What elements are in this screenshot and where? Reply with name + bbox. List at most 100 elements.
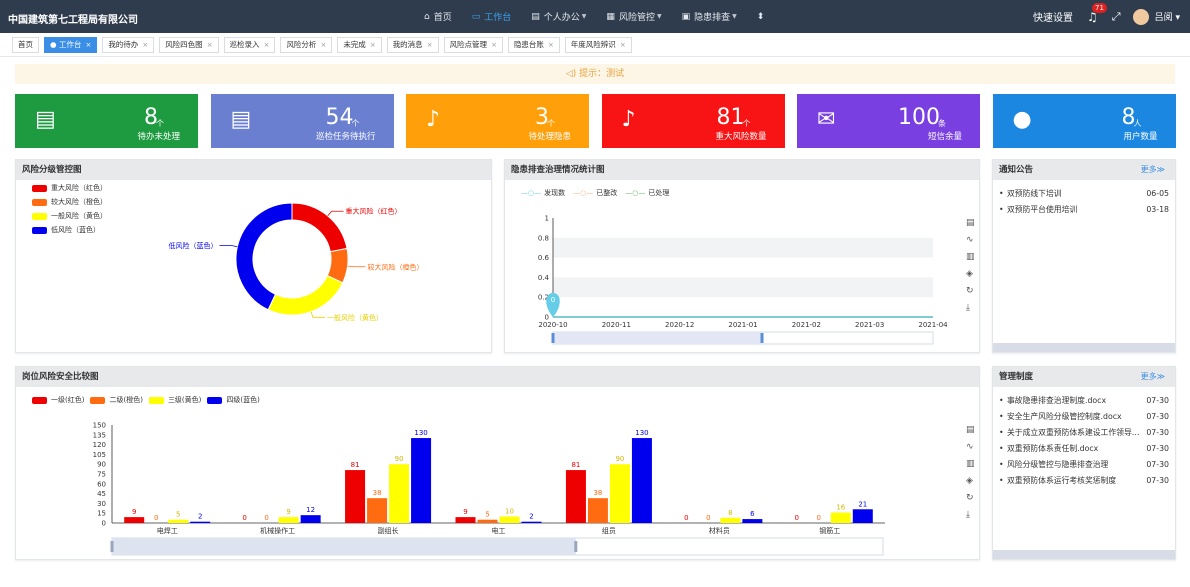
- bar-type-icon[interactable]: ▥: [966, 459, 975, 476]
- list-item[interactable]: • 安全生产风险分级管控制度.docx 07-30: [999, 409, 1169, 425]
- data-view-icon[interactable]: ▤: [966, 218, 975, 235]
- list-item[interactable]: • 风险分级管控与隐患排查治理 07-30: [999, 457, 1169, 473]
- download-icon[interactable]: ⤓: [966, 510, 975, 527]
- bar[interactable]: [499, 516, 520, 523]
- donut-slice[interactable]: [267, 274, 344, 316]
- tab[interactable]: 首页: [12, 36, 39, 53]
- stat-card[interactable]: ▤ 8 个 待办未处理: [15, 94, 198, 148]
- zoom-window[interactable]: [112, 538, 576, 555]
- close-icon[interactable]: ×: [320, 41, 326, 49]
- close-icon[interactable]: ×: [264, 41, 270, 49]
- line-type-icon[interactable]: ∿: [966, 442, 975, 459]
- close-icon[interactable]: ×: [85, 41, 91, 49]
- bar[interactable]: [300, 515, 321, 523]
- zoom-handle[interactable]: [574, 541, 578, 552]
- bar[interactable]: [587, 498, 608, 523]
- y-tick-label: 15: [97, 510, 106, 518]
- x-tick-label: 机械操作工: [260, 526, 295, 535]
- more-link[interactable]: 更多≫: [1141, 160, 1165, 180]
- close-icon[interactable]: ×: [427, 41, 433, 49]
- tab[interactable]: 我的消息 ×: [386, 36, 439, 53]
- bar-type-icon[interactable]: ▥: [966, 252, 975, 269]
- tab[interactable]: 未完成 ×: [337, 36, 382, 53]
- stat-card[interactable]: ● 8 人 用户数量: [992, 94, 1176, 148]
- tab[interactable]: ● 工作台 ×: [44, 36, 98, 53]
- close-icon[interactable]: ×: [207, 41, 213, 49]
- stat-card[interactable]: ♪ 81 个 重大风险数量: [601, 94, 785, 148]
- list-item[interactable]: • 双重预防体系运行考核奖惩制度 07-30: [999, 473, 1169, 489]
- zoom-handle[interactable]: [551, 333, 555, 343]
- quick-settings-link[interactable]: 快速设置: [1033, 9, 1073, 24]
- bar[interactable]: [631, 438, 652, 523]
- item-title: 事故隐患排查治理制度.docx: [1007, 396, 1107, 405]
- stat-card[interactable]: ♪ 3 个 待处理隐患: [406, 94, 589, 148]
- line-type-icon[interactable]: ∿: [966, 235, 975, 252]
- bar[interactable]: [345, 470, 366, 523]
- bar[interactable]: [720, 517, 741, 523]
- tab[interactable]: 风险分析 ×: [280, 36, 333, 53]
- tab[interactable]: 巡检录入 ×: [223, 36, 276, 53]
- donut-slice[interactable]: [235, 202, 293, 311]
- download-icon[interactable]: ⤓: [966, 303, 975, 320]
- stat-card[interactable]: ▤ 54 个 巡检任务待执行: [210, 94, 394, 148]
- tab[interactable]: 隐患台账 ×: [507, 36, 560, 53]
- close-icon[interactable]: ×: [142, 41, 148, 49]
- bar[interactable]: [565, 470, 586, 523]
- close-icon[interactable]: ×: [620, 41, 626, 49]
- tab[interactable]: 风险四色图 ×: [159, 36, 219, 53]
- bar[interactable]: [278, 517, 299, 523]
- user-menu[interactable]: 吕阅 ▾: [1155, 10, 1180, 23]
- bell-icon: ♪: [621, 107, 636, 132]
- bar[interactable]: [455, 517, 476, 523]
- bar[interactable]: [830, 512, 851, 523]
- bar[interactable]: [124, 517, 145, 523]
- tab[interactable]: 年度风险辨识 ×: [564, 36, 632, 53]
- close-icon[interactable]: ×: [491, 41, 497, 49]
- list-item[interactable]: • 双预防平台使用培训 03-18: [999, 202, 1169, 218]
- bar[interactable]: [367, 498, 388, 523]
- y-tick-label: 90: [97, 461, 106, 469]
- close-icon[interactable]: ×: [370, 41, 376, 49]
- avatar[interactable]: [1132, 8, 1149, 25]
- notice-bar: ◁) 提示：测试: [15, 64, 1175, 84]
- zoom-window[interactable]: [553, 332, 762, 344]
- restore-icon[interactable]: ↻: [966, 286, 975, 303]
- bar[interactable]: [852, 509, 873, 523]
- notification-bell-icon[interactable]: ♫ 71: [1087, 2, 1107, 24]
- nav-item[interactable]: ▦ 风险管控 ▼: [602, 0, 665, 33]
- bar[interactable]: [168, 519, 189, 523]
- nav-scroll-icon[interactable]: ⬍: [753, 0, 769, 33]
- restore-icon[interactable]: ↻: [966, 493, 975, 510]
- stat-card[interactable]: ✉ 100 条 短信余量: [797, 94, 980, 148]
- brand-title: 中国建筑第七工程局有限公司: [8, 15, 138, 26]
- bar[interactable]: [389, 464, 410, 523]
- bar[interactable]: [477, 519, 498, 523]
- bar[interactable]: [190, 521, 211, 523]
- stack-icon[interactable]: ◈: [966, 269, 975, 286]
- zoom-handle[interactable]: [110, 541, 114, 552]
- more-link[interactable]: 更多≫: [1141, 367, 1165, 387]
- tab[interactable]: 风险点管理 ×: [443, 36, 503, 53]
- nav-item[interactable]: ▤ 个人办公 ▼: [527, 0, 590, 33]
- nav-item[interactable]: ▣ 隐患排查 ▼: [678, 0, 741, 33]
- bar[interactable]: [609, 464, 630, 523]
- bar[interactable]: [521, 521, 542, 523]
- tab[interactable]: 我的待办 ×: [102, 36, 155, 53]
- zoom-handle[interactable]: [760, 333, 764, 343]
- close-icon[interactable]: ×: [548, 41, 554, 49]
- list-item[interactable]: • 双重预防体系责任制.docx 07-30: [999, 441, 1169, 457]
- bullet-icon: •: [999, 476, 1004, 485]
- y-tick-label: 150: [93, 422, 106, 430]
- stack-icon[interactable]: ◈: [966, 476, 975, 493]
- bar[interactable]: [742, 519, 763, 523]
- nav-item[interactable]: ▭ 工作台: [468, 0, 516, 33]
- list-item[interactable]: • 事故隐患排查治理制度.docx 07-30: [999, 393, 1169, 409]
- data-view-icon[interactable]: ▤: [966, 425, 975, 442]
- item-title: 安全生产风险分级管控制度.docx: [1007, 412, 1122, 421]
- list-item[interactable]: • 双预防线下培训 06-05: [999, 186, 1169, 202]
- fullscreen-icon[interactable]: ⤢: [1112, 10, 1121, 24]
- list-item[interactable]: • 关于成立双重预防体系建设工作领导小组 07-30: [999, 425, 1169, 441]
- nav-item[interactable]: ⌂ 首页: [420, 0, 456, 33]
- bar[interactable]: [411, 438, 432, 523]
- donut-slice[interactable]: [291, 202, 348, 253]
